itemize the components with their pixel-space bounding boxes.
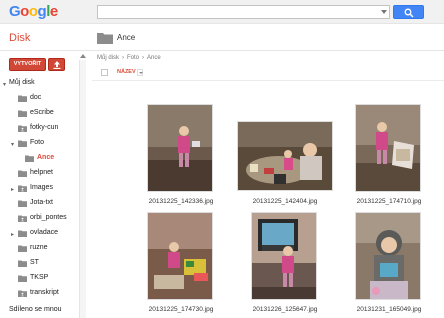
sidebar-item-label: Ance [37,154,55,161]
folder-icon [18,95,27,102]
select-all-checkbox[interactable] [101,69,108,76]
image-thumbnail[interactable] [147,104,213,192]
sidebar-item-label: ovladace [30,229,59,236]
file-name[interactable]: 20131225_174730.jpg [141,306,221,313]
sidebar-scrollbar[interactable] [79,60,86,318]
shared-folder-icon [18,215,27,222]
shared-folder-icon [18,185,27,192]
file-name[interactable]: 20131225_142336.jpg [141,198,221,205]
shared-folder-icon [18,290,27,297]
sidebar-item-ruzne[interactable]: ruzne [18,244,78,255]
sort-by-name-button[interactable]: NÁZEV [117,69,136,75]
sidebar-item-foto[interactable]: ▾ Foto [11,139,78,150]
top-bar: Google [0,0,444,24]
folder-icon [18,170,27,177]
sidebar-item-label: doc [30,94,42,101]
sidebar-item-ance[interactable]: Ance [25,154,78,165]
breadcrumb-item-foto[interactable]: Foto [127,55,139,61]
sidebar-item-fotky-cun[interactable]: fotky-cun [18,124,78,135]
app-name: Disk [9,32,31,44]
sidebar-item-label: ST [30,259,39,266]
page-title: Ance [117,33,136,42]
search-options-dropdown[interactable] [381,10,387,14]
shared-folder-icon [18,125,27,132]
sidebar-item-label: transkript [30,289,59,296]
image-thumbnail[interactable] [355,212,421,300]
sidebar-item-shared-with-me[interactable]: Sdíleno se mnou [9,306,62,313]
breadcrumb-separator: › [142,55,145,61]
file-name[interactable]: 20131226_125647.jpg [245,306,325,313]
sidebar-item-transkript[interactable]: transkript [18,289,78,300]
app-bar: Disk Ance [0,24,444,51]
chevron-down-icon[interactable]: ▾ [11,141,14,148]
search-icon [404,8,414,18]
breadcrumb-separator: › [122,55,125,61]
chevron-right-icon[interactable]: ▸ [11,186,14,193]
search-input[interactable] [98,6,378,18]
chevron-down-icon[interactable]: ▾ [3,81,6,88]
folder-icon [25,155,34,162]
breadcrumb: Můj disk › Foto › Ance [97,55,164,61]
sidebar-item-label: ruzne [30,244,48,251]
image-thumbnail[interactable] [147,212,213,300]
sidebar-item-label: eScribe [30,109,54,116]
sidebar-item-jota-txt[interactable]: Jota-txt [18,199,78,210]
sidebar-item-escribe[interactable]: eScribe [18,109,78,120]
upload-icon [53,61,61,69]
sidebar-item-label: Jota-txt [30,199,53,206]
sort-dropdown[interactable] [137,69,143,76]
sidebar-item-my-drive[interactable]: ▾ Můj disk [3,79,79,90]
sidebar-item-label: fotky-cun [30,124,59,131]
logo-letter: e [49,3,58,20]
sidebar-item-label: Images [30,184,53,191]
sidebar-item-label: TKSP [30,274,49,281]
folder-icon [18,245,27,252]
sidebar-item-st[interactable]: ST [18,259,78,270]
sidebar-item-tksp[interactable]: TKSP [18,274,78,285]
logo-letter: o [20,3,29,20]
file-name[interactable]: 20131225_142404.jpg [245,198,325,205]
logo-letter: g [37,3,47,20]
folder-icon [18,275,27,282]
image-thumbnail[interactable] [237,121,333,191]
sidebar-item-doc[interactable]: doc [18,94,78,105]
folder-icon [97,33,113,44]
upload-button[interactable] [48,58,65,71]
sidebar-item-ovladace[interactable]: ▸ ovladace [11,229,78,240]
breadcrumb-item-ance[interactable]: Ance [147,55,161,61]
sidebar-item-helpnet[interactable]: helpnet [18,169,78,180]
google-logo[interactable]: Google [9,3,58,20]
sidebar: VYTVOŘIT ▾ Můj disk doc eScribe fotky-cu… [0,52,90,318]
file-name[interactable]: 20131225_174710.jpg [349,198,429,205]
breadcrumb-item-my-drive[interactable]: Můj disk [97,55,119,61]
create-button[interactable]: VYTVOŘIT [9,58,46,71]
scroll-up-arrow-icon[interactable] [80,54,86,58]
folder-icon [18,230,27,237]
sidebar-item-orbi-pontes[interactable]: orbi_pontes [18,214,78,225]
folder-icon [18,140,27,147]
sidebar-item-label: helpnet [30,169,53,176]
folder-icon [18,110,27,117]
logo-letter: G [9,3,21,20]
search-box[interactable] [97,5,390,19]
sidebar-item-images[interactable]: ▸ Images [11,184,78,195]
chevron-right-icon[interactable]: ▸ [11,231,14,238]
sidebar-item-label: Můj disk [9,79,35,86]
search-button[interactable] [393,5,424,19]
folder-icon [18,200,27,207]
image-thumbnail[interactable] [251,212,317,300]
logo-letter: o [28,3,38,20]
list-header: NÁZEV [92,66,444,81]
file-name[interactable]: 20131231_165049.jpg [349,306,429,313]
sidebar-item-label: Foto [30,139,45,146]
folder-icon [18,260,27,267]
sidebar-item-label: orbi_pontes [30,214,67,221]
image-thumbnail[interactable] [355,104,421,192]
